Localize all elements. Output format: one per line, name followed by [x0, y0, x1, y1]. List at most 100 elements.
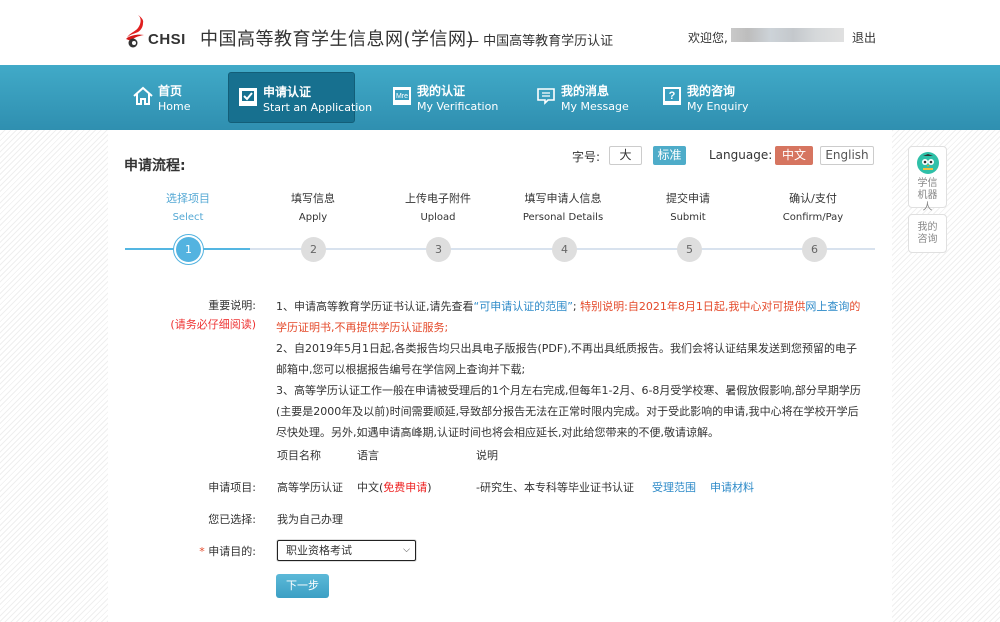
step-cn: 填写申请人信息	[524, 192, 602, 205]
svg-text:?: ?	[669, 90, 676, 102]
logout-link[interactable]: 退出	[852, 29, 876, 46]
project-row-label: 申请项目:	[208, 481, 256, 494]
note-1: 1、申请高等教育学历证书认证,请先查看“可申请认证的范围”; 特别说明:自202…	[276, 296, 866, 338]
step-circle-1: 1	[176, 237, 201, 262]
step-circle-5: 5	[677, 237, 702, 262]
step-submit: 提交申请 Submit	[628, 191, 748, 225]
scope-link-2[interactable]: 受理范围	[652, 479, 696, 495]
chsi-logo[interactable]: CHSI	[124, 14, 185, 50]
site-header: CHSI 中国高等教育学生信息网(学信网) — 中国高等教育学历认证 欢迎您, …	[0, 0, 1000, 65]
purpose-label-wrap: * 申请目的:	[156, 543, 256, 559]
nav-message-cn: 我的消息	[561, 84, 610, 98]
site-title: 中国高等教育学生信息网(学信网)	[200, 29, 475, 50]
lang-english-button[interactable]: English	[820, 146, 874, 165]
next-step-button[interactable]: 下一步	[276, 574, 329, 598]
username-redacted	[731, 28, 844, 42]
step-cn: 提交申请	[666, 192, 710, 205]
step-en: Select	[172, 212, 204, 223]
site-subtitle: — 中国高等教育学历认证	[466, 34, 614, 49]
step-en: Upload	[420, 212, 456, 223]
font-large-button[interactable]: 大	[609, 146, 642, 165]
owl-robot-icon	[916, 152, 939, 174]
nav-message-en: My Message	[561, 100, 629, 113]
purpose-label: 申请目的:	[208, 545, 256, 558]
online-query-link[interactable]: 网上查询	[805, 300, 849, 313]
selection-value: 我为自己办理	[277, 513, 343, 526]
project-language: 中文(免费申请)	[357, 479, 432, 495]
nav-my-verification[interactable]: Mre 我的认证 My Verification	[383, 72, 503, 123]
svg-text:Mre: Mre	[396, 93, 408, 100]
selection-label: 您已选择:	[208, 513, 256, 526]
home-icon	[133, 86, 153, 105]
my-enquiry-float-button[interactable]: 我的咨询	[908, 214, 947, 253]
col-language: 语言	[357, 449, 379, 462]
step-circle-2: 2	[301, 237, 326, 262]
flow-title: 申请流程:	[124, 158, 186, 174]
step-select: 选择项目 Select	[128, 191, 248, 225]
step-cn: 填写信息	[291, 192, 335, 205]
font-standard-button[interactable]: 标准	[653, 146, 686, 165]
message-icon	[537, 88, 555, 105]
nav-verification-cn: 我的认证	[417, 84, 466, 98]
step-personal-details: 填写申请人信息 Personal Details	[503, 191, 623, 225]
step-en: Apply	[298, 212, 328, 223]
note-3: 3、高等学历认证工作一般在申请被受理后的1个月左右完成,但每年1-2月、6-8月…	[276, 384, 861, 439]
nav-verification-en: My Verification	[417, 100, 499, 113]
step-upload: 上传电子附件 Upload	[378, 191, 498, 225]
logo-text: CHSI	[148, 31, 186, 48]
nav-home-en: Home	[158, 100, 191, 113]
language-close: )	[427, 481, 432, 494]
required-mark: *	[199, 545, 205, 558]
step-circle-6: 6	[802, 237, 827, 262]
project-name: 高等学历认证	[277, 481, 343, 494]
nav-home[interactable]: 首页 Home	[124, 72, 204, 123]
checkbox-icon	[239, 88, 257, 106]
step-cn: 确认/支付	[789, 192, 837, 205]
step-en: Confirm/Pay	[782, 212, 844, 223]
notes-warning: (请务必仔细阅读)	[170, 318, 256, 331]
step-en: Personal Details	[522, 212, 604, 223]
notes-label: 重要说明:	[208, 299, 256, 312]
verification-icon: Mre	[393, 87, 411, 105]
phoenix-logo-icon	[126, 15, 144, 48]
step-apply: 填写信息 Apply	[253, 191, 373, 225]
nav-enquiry-en: My Enquiry	[687, 100, 749, 113]
scope-link[interactable]: “可申请认证的范围”	[474, 300, 573, 313]
nav-home-cn: 首页	[158, 84, 183, 98]
note-1-text: 1、申请高等教育学历证书认证,请先查看	[276, 300, 474, 313]
step-cn: 上传电子附件	[405, 192, 471, 205]
step-circle-4: 4	[552, 237, 577, 262]
project-description: -研究生、本专科等毕业证书认证	[476, 481, 634, 494]
note-1-sep: ;	[572, 300, 577, 313]
important-notes: 1、申请高等教育学历证书认证,请先查看“可申请认证的范围”; 特别说明:自202…	[276, 296, 866, 443]
main-nav: 首页 Home 申请认证 Start an Application Mre 我的…	[0, 65, 1000, 130]
enquiry-label: 我的咨询	[917, 222, 938, 245]
step-cn: 选择项目	[166, 192, 210, 205]
nav-application-cn: 申请认证	[263, 85, 312, 99]
purpose-select[interactable]: 职业资格考试 ⌵	[277, 540, 416, 561]
language-text: 中文(	[357, 481, 384, 494]
robot-label: 学信机器人	[917, 178, 938, 213]
step-en: Submit	[670, 212, 706, 223]
special-note: 特别说明:自2021年8月1日起,我中心对可提供	[580, 300, 806, 313]
chevron-down-icon: ⌵	[403, 545, 410, 555]
step-circle-3: 3	[426, 237, 451, 262]
purpose-selected-value: 职业资格考试	[286, 544, 352, 557]
step-confirm-pay: 确认/支付 Confirm/Pay	[753, 191, 873, 225]
nav-start-application[interactable]: 申请认证 Start an Application	[228, 72, 372, 123]
nav-application-en: Start an Application	[263, 101, 373, 114]
language-label: Language:	[709, 148, 773, 162]
nav-my-enquiry[interactable]: ? 我的咨询 My Enquiry	[653, 72, 763, 123]
robot-assistant-button[interactable]: 学信机器人	[908, 146, 947, 213]
note-2: 2、自2019年5月1日起,各类报告均只出具电子版报告(PDF),不再出具纸质报…	[276, 342, 857, 376]
col-description: 说明	[476, 449, 498, 462]
font-size-label: 字号:	[572, 150, 601, 164]
free-badge: 免费申请	[383, 481, 428, 494]
welcome-text: 欢迎您,	[688, 31, 728, 45]
materials-link[interactable]: 申请材料	[710, 479, 754, 495]
question-icon: ?	[663, 87, 681, 105]
nav-enquiry-cn: 我的咨询	[687, 84, 736, 98]
lang-chinese-button[interactable]: 中文	[775, 146, 813, 165]
col-project-name: 项目名称	[277, 449, 321, 462]
nav-my-message[interactable]: 我的消息 My Message	[527, 72, 637, 123]
